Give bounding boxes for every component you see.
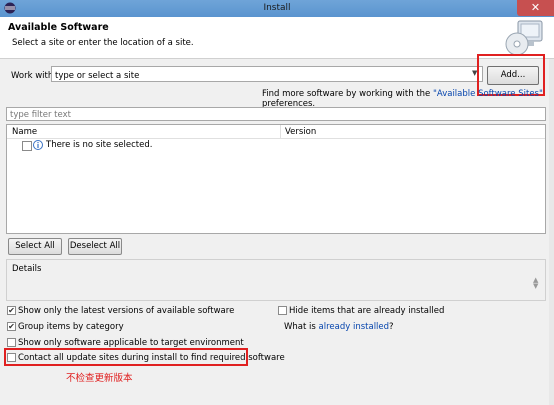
column-version[interactable]: Version bbox=[285, 127, 316, 137]
info-icon bbox=[33, 140, 43, 150]
table-header bbox=[7, 125, 545, 139]
window-title: Install bbox=[263, 3, 291, 13]
already-installed-link[interactable]: already installed bbox=[319, 322, 390, 332]
page-title: Available Software bbox=[8, 22, 109, 33]
contact-update-sites-label: Contact all update sites during install … bbox=[18, 353, 285, 363]
empty-message: There is no site selected. bbox=[46, 140, 153, 150]
what-is-installed-text: What is already installed? bbox=[284, 322, 394, 332]
what-is-prefix: What is bbox=[284, 322, 319, 332]
filter-input[interactable] bbox=[6, 107, 546, 121]
latest-versions-label: Show only the latest versions of availab… bbox=[18, 306, 235, 316]
latest-versions-checkbox[interactable]: ✔ bbox=[7, 306, 16, 315]
work-with-label: Work with: bbox=[11, 71, 57, 81]
column-divider bbox=[280, 125, 281, 138]
find-more-prefix: Find more software by working with the bbox=[262, 89, 433, 99]
work-with-placeholder: type or select a site bbox=[55, 71, 140, 81]
window-edge bbox=[549, 59, 554, 405]
deselect-all-button[interactable]: Deselect All bbox=[68, 238, 122, 255]
details-label: Details bbox=[12, 264, 42, 274]
cd-install-icon bbox=[505, 20, 543, 56]
details-group bbox=[6, 259, 546, 301]
annotation-note: 不检查更新版本 bbox=[66, 373, 133, 384]
filter-placeholder: type filter text bbox=[10, 110, 71, 120]
select-all-button[interactable]: Select All bbox=[8, 238, 62, 255]
available-sites-link[interactable]: "Available Software Sites" bbox=[433, 89, 543, 99]
spinner-icon[interactable]: ▲ ▼ bbox=[533, 277, 538, 290]
row-checkbox[interactable] bbox=[22, 141, 32, 151]
contact-update-sites-checkbox[interactable] bbox=[7, 353, 16, 362]
applicable-only-label: Show only software applicable to target … bbox=[18, 338, 244, 348]
hide-installed-checkbox[interactable] bbox=[278, 306, 287, 315]
add-button[interactable]: Add... bbox=[487, 66, 539, 85]
close-icon: ✕ bbox=[530, 1, 541, 14]
group-by-category-label: Group items by category bbox=[18, 322, 124, 332]
page-description: Select a site or enter the location of a… bbox=[12, 38, 194, 48]
column-name[interactable]: Name bbox=[12, 127, 37, 137]
what-is-suffix: ? bbox=[389, 322, 394, 332]
group-by-category-checkbox[interactable]: ✔ bbox=[7, 322, 16, 331]
hide-installed-label: Hide items that are already installed bbox=[289, 306, 445, 316]
find-more-text: Find more software by working with the "… bbox=[262, 89, 554, 109]
applicable-only-checkbox[interactable] bbox=[7, 338, 16, 347]
close-button[interactable]: ✕ bbox=[517, 0, 554, 16]
